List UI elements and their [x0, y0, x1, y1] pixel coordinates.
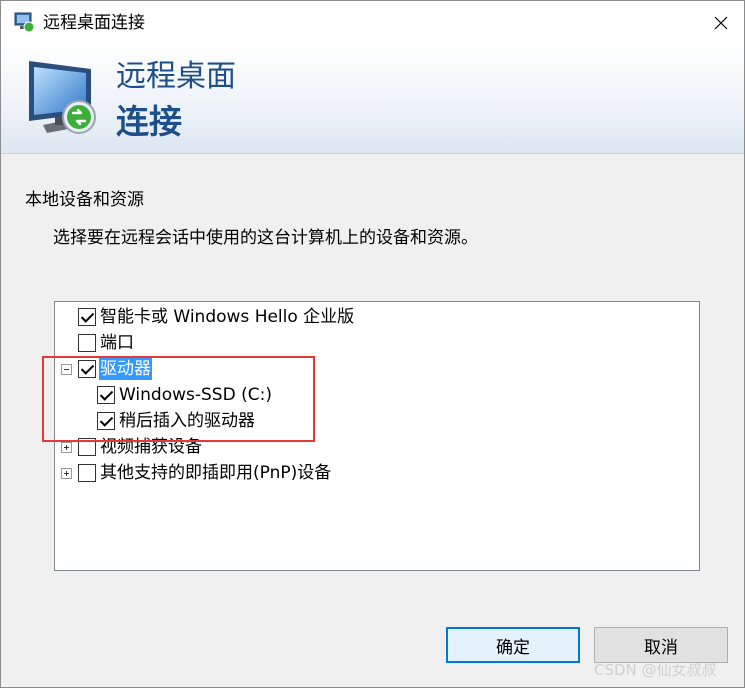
tree-item-label: 智能卡或 Windows Hello 企业版	[100, 307, 355, 327]
close-button[interactable]	[698, 1, 744, 45]
group-description: 选择要在远程会话中使用的这台计算机上的设备和资源。	[53, 228, 478, 248]
close-icon	[714, 16, 728, 30]
watermark: CSDN @仙女叔叔	[594, 661, 717, 679]
window-title: 远程桌面连接	[43, 13, 145, 33]
tree-item-label: 其他支持的即插即用(PnP)设备	[100, 463, 332, 483]
pnp-checkbox[interactable]	[78, 464, 96, 482]
ok-button[interactable]: 确定	[446, 627, 580, 663]
title-bar[interactable]: 远程桌面连接	[1, 1, 744, 45]
tree-item-label: 端口	[100, 333, 134, 353]
ports-checkbox[interactable]	[78, 334, 96, 352]
cancel-button[interactable]: 取消	[594, 627, 728, 663]
expand-toggle[interactable]	[61, 467, 72, 479]
header-banner: 远程桌面 连接	[1, 45, 744, 154]
smartcard-checkbox[interactable]	[78, 308, 96, 326]
tree-item-ports[interactable]: 端口	[78, 330, 135, 356]
highlight-annotation-box	[42, 356, 315, 442]
tree-item-smartcard[interactable]: 智能卡或 Windows Hello 企业版	[78, 304, 355, 330]
remote-desktop-monitor-icon	[29, 61, 96, 134]
dialog-window: 远程桌面连接 远程桌面 连接 本地设备和资源 选择要在远程会话中使用的这台计算机…	[0, 0, 745, 688]
remote-desktop-icon	[14, 12, 35, 33]
tree-item-pnp-devices[interactable]: 其他支持的即插即用(PnP)设备	[61, 460, 332, 486]
group-title: 本地设备和资源	[25, 190, 144, 210]
expand-toggle[interactable]	[61, 441, 72, 453]
banner-title-line2: 连接	[116, 102, 182, 141]
banner-title-line1: 远程桌面	[116, 59, 236, 94]
